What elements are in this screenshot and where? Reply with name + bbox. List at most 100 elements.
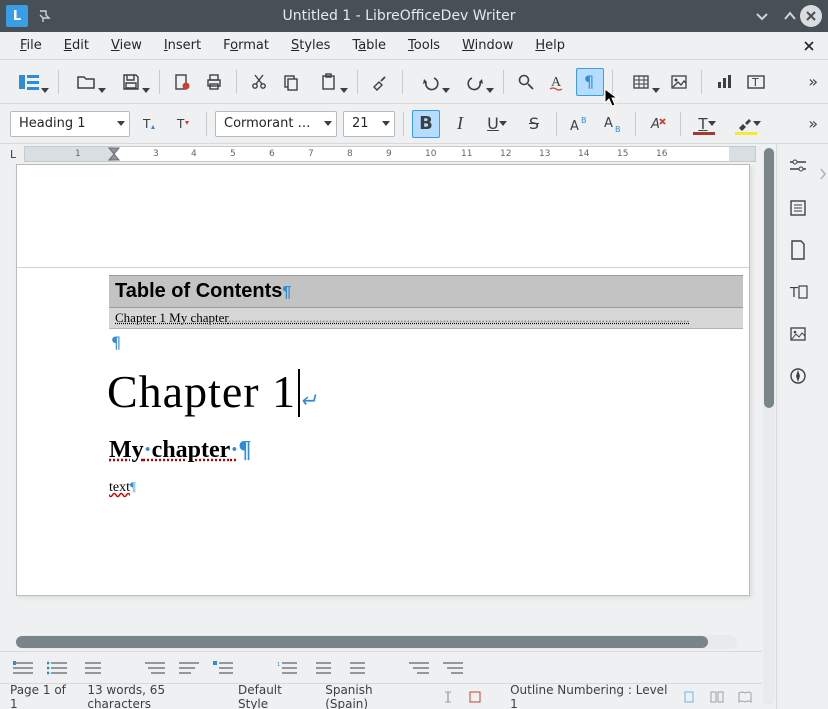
list-style-4-button[interactable] <box>144 659 166 677</box>
sidebar-styles-button[interactable]: T <box>784 278 812 306</box>
status-style[interactable]: Default Style <box>238 683 311 709</box>
new-style-button[interactable]: T <box>170 110 198 138</box>
paste-button[interactable] <box>309 68 349 96</box>
close-document-button[interactable] <box>800 37 818 55</box>
export-pdf-button[interactable] <box>168 68 196 96</box>
body-paragraph[interactable]: text¶ <box>109 479 136 496</box>
menu-help[interactable]: Help <box>525 34 575 57</box>
list-style-3-button[interactable] <box>80 659 102 677</box>
menu-view[interactable]: View <box>101 34 152 57</box>
font-name-combo[interactable]: Cormorant Garamond <box>215 111 337 137</box>
open-button[interactable] <box>67 68 107 96</box>
list-style-6-button[interactable] <box>212 659 234 677</box>
list-style-7-button[interactable]: 1 <box>276 659 298 677</box>
italic-button[interactable]: I <box>446 110 474 138</box>
list-style-11-button[interactable] <box>442 659 464 677</box>
undo-button[interactable] <box>411 68 451 96</box>
sidebar-settings-button[interactable] <box>784 152 812 180</box>
vertical-scrollbar[interactable] <box>762 144 776 709</box>
toc-entry[interactable]: Chapter 1 My chapter....................… <box>109 308 743 329</box>
print-button[interactable] <box>200 68 228 96</box>
chevron-down-icon <box>340 88 348 93</box>
maximize-button[interactable] <box>780 6 800 26</box>
font-size-combo[interactable]: 21 <box>343 111 395 137</box>
document-viewport[interactable]: Table of Contents¶ Chapter 1 My chapter.… <box>0 164 762 633</box>
close-button[interactable] <box>800 5 822 27</box>
minimize-button[interactable] <box>752 6 772 26</box>
highlight-color-button[interactable] <box>731 110 767 138</box>
list-style-5-button[interactable] <box>178 659 200 677</box>
newline-icon: ↵ <box>300 390 318 412</box>
toolbar-overflow-button[interactable]: » <box>808 72 818 91</box>
view-book-icon[interactable] <box>738 690 752 704</box>
copy-button[interactable] <box>277 68 305 96</box>
heading-1[interactable]: Chapter 1↵ <box>107 365 318 418</box>
underline-button[interactable]: U <box>480 110 514 138</box>
separator <box>635 112 636 136</box>
save-button[interactable] <box>111 68 151 96</box>
sidebar-gallery-button[interactable] <box>784 320 812 348</box>
sidebar-navigator-button[interactable] <box>784 362 812 390</box>
update-style-button[interactable]: T <box>136 110 164 138</box>
svg-text:A: A <box>604 116 613 131</box>
scrollbar-thumb[interactable] <box>16 636 708 648</box>
menu-tools[interactable]: Tools <box>398 34 450 57</box>
strikethrough-button[interactable]: S <box>520 110 548 138</box>
status-outline[interactable]: Outline Numbering : Level 1 <box>510 683 669 709</box>
horizontal-ruler[interactable]: 1 3 4 5 6 7 8 9 10 11 12 13 14 15 16 <box>24 146 756 162</box>
menu-edit[interactable]: Edit <box>54 34 99 57</box>
menu-window[interactable]: Window <box>452 34 523 57</box>
insert-chart-button[interactable] <box>710 68 738 96</box>
clear-formatting-button[interactable]: A <box>644 110 672 138</box>
find-button[interactable] <box>512 68 540 96</box>
list-style-2-button[interactable] <box>46 659 68 677</box>
chevron-down-icon <box>142 88 150 93</box>
app-window: L Untitled 1 - LibreOfficeDev Writer Fil… <box>0 0 828 709</box>
list-style-9-button[interactable] <box>344 659 366 677</box>
view-multi-icon[interactable] <box>710 690 724 704</box>
pin-icon[interactable] <box>36 7 54 25</box>
horizontal-scrollbar[interactable] <box>16 635 737 649</box>
paragraph-style-combo[interactable]: Heading 1 <box>10 111 130 137</box>
menu-file[interactable]: File <box>10 34 52 57</box>
font-color-button[interactable]: T <box>689 110 725 138</box>
sidebar-toggle-button[interactable] <box>10 68 50 96</box>
formatting-marks-button[interactable]: ¶ <box>576 68 604 96</box>
menu-insert[interactable]: Insert <box>154 34 211 57</box>
redo-button[interactable] <box>455 68 495 96</box>
heading-2[interactable]: My·chapter·¶ <box>109 437 251 464</box>
list-style-10-button[interactable] <box>408 659 430 677</box>
font-name-value: Cormorant Garamond <box>224 116 320 131</box>
page[interactable]: Table of Contents¶ Chapter 1 My chapter.… <box>16 164 750 596</box>
insert-image-button[interactable] <box>665 68 693 96</box>
table-of-contents[interactable]: Table of Contents¶ Chapter 1 My chapter.… <box>109 275 743 329</box>
clone-formatting-button[interactable] <box>366 68 394 96</box>
cut-button[interactable] <box>245 68 273 96</box>
insert-mode-icon[interactable] <box>442 690 455 704</box>
separator <box>357 70 358 94</box>
status-page[interactable]: Page 1 of 1 <box>10 683 73 709</box>
bold-button[interactable]: B <box>412 110 440 138</box>
subscript-button[interactable]: AB <box>599 110 627 138</box>
sidebar-properties-button[interactable] <box>784 194 812 222</box>
separator <box>680 112 681 136</box>
superscript-button[interactable]: AB <box>565 110 593 138</box>
document-column: L 1 3 4 5 6 7 8 9 10 11 12 <box>0 144 762 709</box>
status-language[interactable]: Spanish (Spain) <box>325 683 414 709</box>
list-style-1-button[interactable] <box>12 659 34 677</box>
insert-table-button[interactable] <box>621 68 661 96</box>
signature-icon[interactable] <box>469 690 482 704</box>
indent-marker-icon[interactable] <box>108 153 120 161</box>
menu-styles[interactable]: Styles <box>281 34 340 57</box>
menu-format[interactable]: Format <box>213 34 279 57</box>
scrollbar-thumb[interactable] <box>764 148 774 408</box>
view-single-icon[interactable] <box>683 690 696 704</box>
list-style-8-button[interactable] <box>310 659 332 677</box>
insert-textbox-button[interactable]: T <box>742 68 770 96</box>
formatbar-overflow-button[interactable]: » <box>808 114 818 133</box>
sidebar-page-button[interactable] <box>784 236 812 264</box>
spellcheck-button[interactable]: A <box>544 68 572 96</box>
status-wordcount[interactable]: 13 words, 65 characters <box>87 683 224 709</box>
menu-table[interactable]: Table <box>342 34 396 57</box>
sidebar-collapse-handle[interactable] <box>818 144 828 709</box>
